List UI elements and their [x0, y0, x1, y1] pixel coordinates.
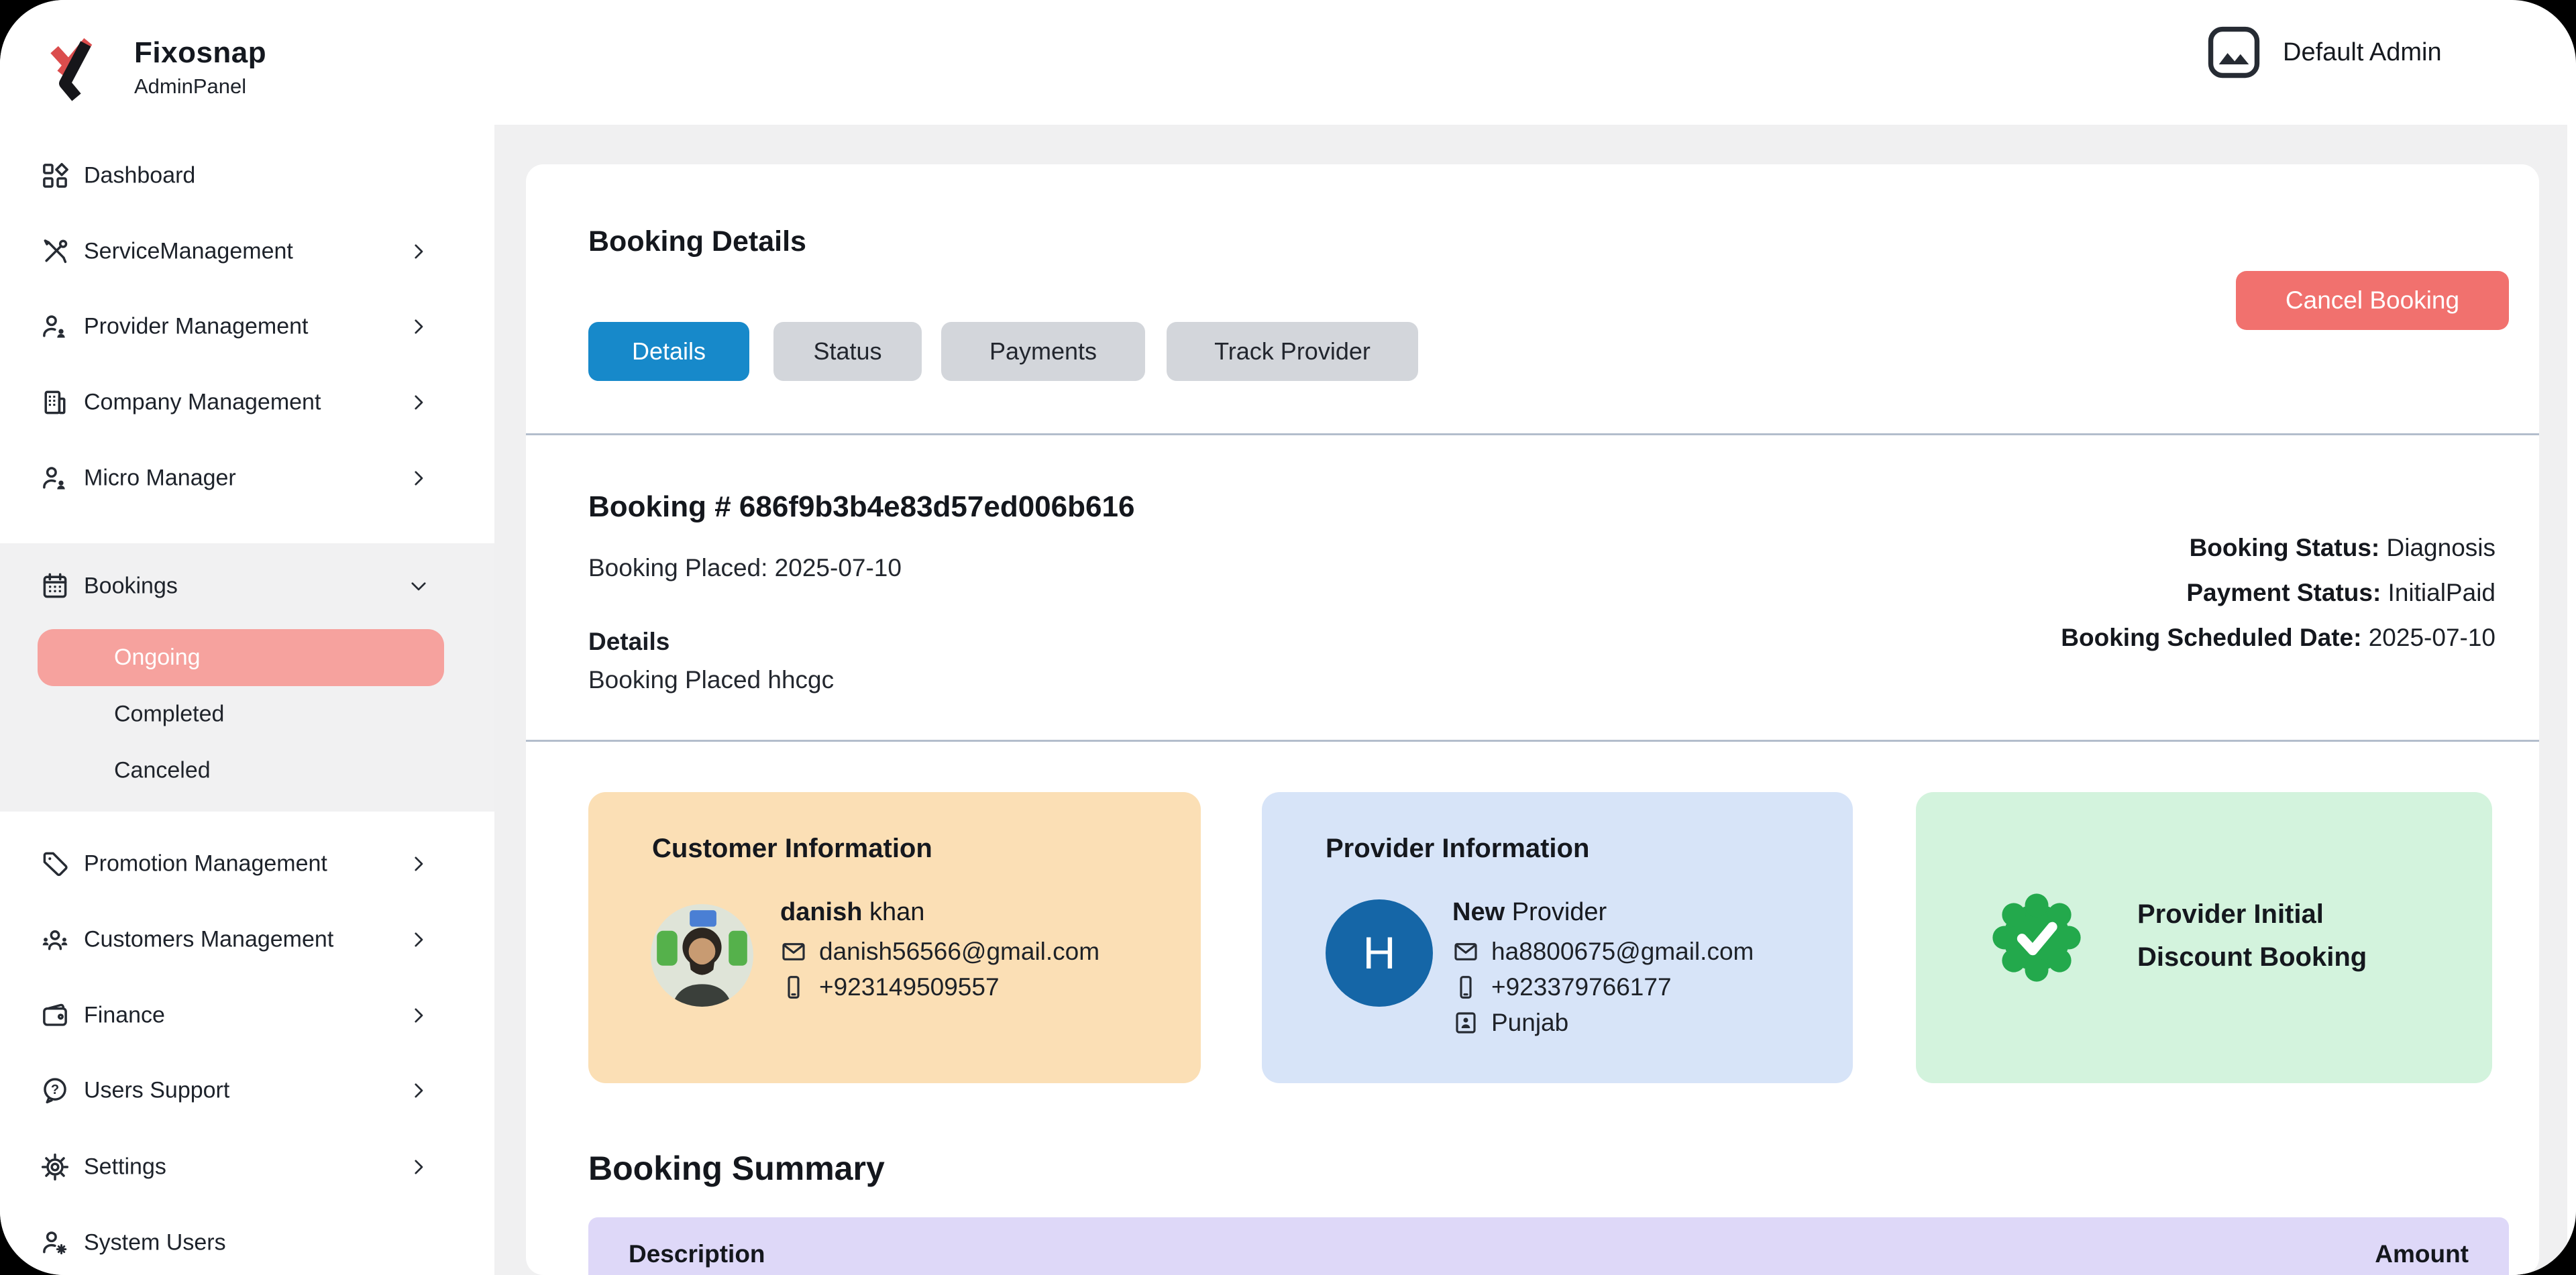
section-divider [526, 740, 2539, 742]
brand-logo[interactable]: Fixosnap AdminPanel [42, 32, 266, 102]
booking-status-line: Booking Status: Diagnosis [2061, 525, 2496, 570]
chevron-right-icon [407, 391, 430, 414]
sidebar-item-service-management[interactable]: ServiceManagement [0, 225, 494, 278]
sidebar-item-customers-management[interactable]: Customers Management [0, 913, 494, 966]
customer-information-card: Customer Information danish khan [588, 792, 1201, 1083]
booking-details-text: Booking Placed hhcgc [588, 666, 834, 694]
chevron-right-icon [407, 1004, 430, 1027]
customer-info: danish khan danish56566@gmail.com +92314… [780, 898, 1099, 1009]
gear-icon [40, 1152, 70, 1182]
brand-name: Fixosnap [134, 36, 266, 70]
cancel-booking-button[interactable]: Cancel Booking [2236, 271, 2509, 330]
tools-icon [40, 237, 70, 266]
page-title: Booking Details [588, 225, 806, 258]
chevron-down-icon [407, 575, 430, 598]
tab-details[interactable]: Details [588, 322, 749, 381]
section-divider [526, 433, 2539, 435]
tag-icon [40, 849, 70, 879]
email-icon [1452, 938, 1479, 965]
sidebar: Fixosnap AdminPanel Dashboard ServiceMan… [0, 0, 494, 1275]
tab-status[interactable]: Status [773, 322, 922, 381]
tab-payments[interactable]: Payments [941, 322, 1145, 381]
provider-avatar: H [1326, 899, 1433, 1007]
booking-details-panel: Booking Details Details Status Payments … [526, 164, 2539, 1275]
provider-phone-row: +923379766177 [1452, 973, 1754, 1001]
app-window: Fixosnap AdminPanel Dashboard ServiceMan… [0, 0, 2576, 1275]
sidebar-item-company-management[interactable]: Company Management [0, 376, 494, 429]
sidebar-item-promotion-management[interactable]: Promotion Management [0, 837, 494, 891]
brand-subtitle: AdminPanel [134, 74, 266, 99]
customer-email-row: danish56566@gmail.com [780, 938, 1099, 966]
x-logo-icon [42, 32, 111, 102]
sidebar-item-micro-manager[interactable]: Micro Manager [0, 451, 494, 505]
customer-avatar [651, 904, 753, 1007]
chevron-right-icon [407, 315, 430, 338]
column-amount: Amount [2375, 1240, 2469, 1268]
phone-icon [1452, 974, 1479, 1001]
provider-initial-discount-card: Provider Initial Discount Booking [1916, 792, 2492, 1083]
admin-name: Default Admin [2283, 38, 2442, 67]
dashboard-icon [40, 161, 70, 190]
sidebar-item-provider-management[interactable]: Provider Management [0, 300, 494, 353]
chevron-right-icon [407, 467, 430, 490]
phone-icon [780, 974, 807, 1001]
wallet-icon [40, 1001, 70, 1030]
image-placeholder-icon [2202, 21, 2265, 84]
sidebar-subitem-canceled[interactable]: Canceled [0, 744, 494, 797]
chevron-right-icon [407, 928, 430, 951]
discount-card-text: Provider Initial Discount Booking [2137, 893, 2367, 979]
sidebar-item-settings[interactable]: Settings [0, 1140, 494, 1194]
sidebar-item-finance[interactable]: Finance [0, 989, 494, 1042]
sidebar-subitem-completed[interactable]: Completed [0, 687, 494, 741]
provider-info: New Provider ha8800675@gmail.com +923379… [1452, 898, 1754, 1044]
booking-details-heading: Details [588, 628, 669, 656]
booking-number: Booking # 686f9b3b4e83d57ed006b616 [588, 490, 1134, 524]
chevron-right-icon [407, 1079, 430, 1102]
chevron-right-icon [407, 240, 430, 263]
column-description: Description [629, 1240, 765, 1268]
chevron-right-icon [407, 852, 430, 875]
building-icon [40, 388, 70, 417]
customer-phone-row: +923149509557 [780, 973, 1099, 1001]
card-title: Provider Information [1326, 834, 1589, 864]
id-card-icon [1452, 1009, 1479, 1036]
sidebar-item-bookings[interactable]: Bookings [0, 559, 494, 613]
provider-email-row: ha8800675@gmail.com [1452, 938, 1754, 966]
tab-track-provider[interactable]: Track Provider [1167, 322, 1418, 381]
booking-summary-title: Booking Summary [588, 1149, 885, 1188]
provider-information-card: Provider Information H New Provider ha88… [1262, 792, 1853, 1083]
sidebar-item-system-users[interactable]: System Users [0, 1216, 494, 1270]
sidebar-item-users-support[interactable]: ? Users Support [0, 1064, 494, 1117]
payment-status-line: Payment Status: InitialPaid [2061, 570, 2496, 615]
admin-profile[interactable]: Default Admin [2202, 19, 2442, 86]
calendar-icon [40, 571, 70, 601]
person-manage-icon [40, 312, 70, 341]
chevron-right-icon [407, 1156, 430, 1178]
customer-name: danish khan [780, 898, 1099, 927]
booking-status-block: Booking Status: Diagnosis Payment Status… [2061, 525, 2496, 660]
provider-name: New Provider [1452, 898, 1754, 927]
svg-text:?: ? [51, 1083, 59, 1097]
person-manage-icon [40, 463, 70, 493]
sidebar-group-bookings: Bookings Ongoing Completed Canceled [0, 543, 494, 812]
help-chat-icon: ? [40, 1076, 70, 1105]
people-group-icon [40, 925, 70, 954]
sidebar-item-dashboard[interactable]: Dashboard [0, 149, 494, 203]
person-gear-icon [40, 1228, 70, 1258]
provider-location-row: Punjab [1452, 1009, 1754, 1037]
summary-table-header: Description Amount [588, 1217, 2509, 1275]
email-icon [780, 938, 807, 965]
sidebar-subitem-ongoing[interactable]: Ongoing [38, 629, 444, 686]
card-title: Customer Information [652, 834, 932, 864]
scheduled-date-line: Booking Scheduled Date: 2025-07-10 [2061, 615, 2496, 660]
booking-placed-date: Booking Placed: 2025-07-10 [588, 554, 902, 582]
verified-check-badge-icon [1990, 891, 2084, 985]
